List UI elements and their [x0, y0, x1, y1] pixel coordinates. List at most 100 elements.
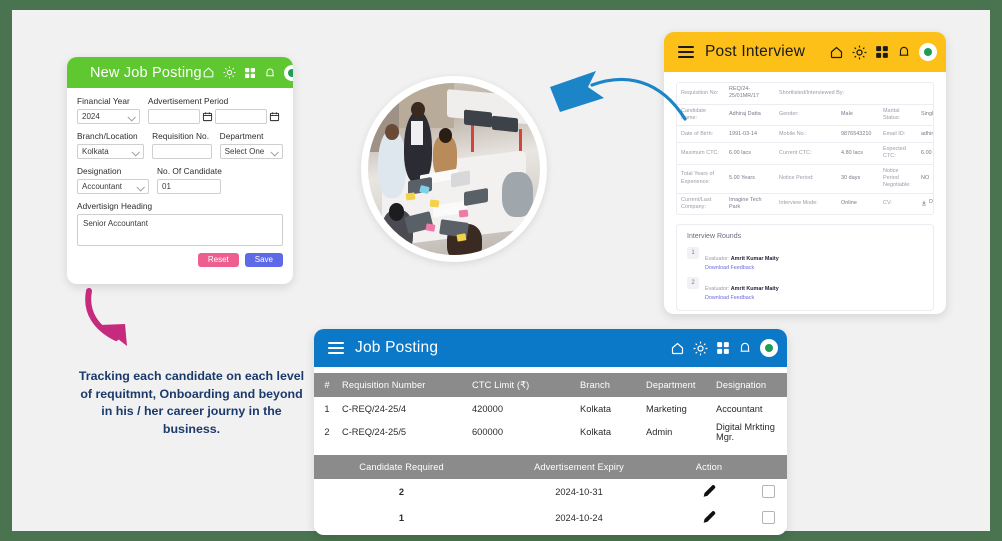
evaluator-name: Amrit Kumar Maity	[730, 256, 779, 263]
table-row[interactable]: 2 C-REQ/24-25/5 600000 Kolkata Admin Dig…	[314, 420, 787, 443]
maximum-ctc-label: Maximum CTC:	[681, 149, 720, 156]
cell-requisition-number: C-REQ/24-25/4	[342, 403, 407, 414]
advertisign-heading-label: Advertisign Heading	[77, 201, 153, 211]
home-icon[interactable]	[670, 341, 685, 356]
cell-advertisement-expiry: 2024-10-24	[555, 513, 603, 523]
notice-negotiable-value: NO	[921, 175, 930, 182]
cell-candidate-required: 1	[398, 513, 405, 523]
col-ctc-limit: CTC Limit (₹)	[472, 379, 530, 390]
shortlisted-by-label: Shortlisted/Interviewed By:	[779, 89, 845, 96]
reset-button[interactable]: Reset	[197, 253, 239, 267]
evaluator-line: Evaluator: Amrit Kumar Maity	[705, 256, 779, 262]
grid-icon[interactable]	[875, 45, 889, 59]
department-field: Department Select One	[219, 131, 283, 159]
table-row[interactable]: 1 C-REQ/24-25/4 420000 Kolkata Marketing…	[314, 397, 787, 420]
row-checkbox[interactable]	[761, 510, 775, 524]
requisition-no-field: Requisition No.	[152, 131, 212, 159]
designation-field: Designation Accountant	[77, 166, 149, 194]
table-row: Candidate Name: Adhiraj Datta Gender: Ma…	[677, 105, 933, 127]
cell-ctc-limit: 600000	[472, 426, 504, 437]
email-id-value: adhiraj@datta.com	[921, 130, 934, 137]
job-posting-table-header: # Requisition Number CTC Limit (₹) Branc…	[314, 373, 787, 397]
avatar-icon[interactable]	[760, 339, 778, 357]
download-feedback-link[interactable]: Download Feedback	[705, 295, 779, 301]
interview-round-item: 2 Evaluator: Amrit Kumar Maity Download …	[687, 277, 923, 301]
brightness-icon[interactable]	[223, 66, 236, 79]
bell-icon[interactable]	[738, 341, 752, 355]
col-index: #	[324, 380, 330, 390]
divider	[314, 443, 787, 455]
cv-download-label[interactable]: Download File	[929, 199, 933, 206]
brightness-icon[interactable]	[852, 45, 867, 60]
table-row: Maximum CTC: 6.00 lacs Current CTC: 4.80…	[677, 143, 933, 165]
cell-ctc-limit: 420000	[472, 403, 504, 414]
edit-pencil-icon[interactable]	[702, 484, 717, 499]
col-advertisement-expiry: Advertisement Expiry	[534, 462, 624, 472]
department-select[interactable]: Select One	[219, 144, 283, 159]
header-icon-group	[202, 64, 293, 81]
advertisement-period-to-input[interactable]	[215, 109, 267, 124]
cell-designation: Digital Mrkting Mgr.	[716, 421, 775, 442]
cv-download-cell[interactable]: Download File	[917, 196, 933, 212]
round-number: 2	[687, 277, 699, 290]
home-icon[interactable]	[829, 45, 844, 60]
cell-designation: Accountant	[716, 403, 763, 414]
branch-location-select[interactable]: Kolkata	[77, 144, 145, 159]
financial-year-select[interactable]: 2024	[77, 109, 140, 124]
job-posting-header: Job Posting	[314, 329, 787, 367]
bell-icon[interactable]	[897, 45, 911, 59]
canvas: New Job Posting Financial Year 2024 Adve…	[12, 10, 990, 535]
evaluator-line: Evaluator: Amrit Kumar Maity	[705, 286, 779, 292]
col-department: Department	[646, 380, 696, 390]
calendar-icon[interactable]	[269, 111, 280, 122]
interview-mode-value: Online	[841, 200, 857, 207]
job-posting-title: Job Posting	[355, 339, 439, 356]
mobile-no-value: 9876543210	[841, 130, 872, 137]
brightness-icon[interactable]	[693, 341, 708, 356]
advertisign-heading-textarea[interactable]: Senior Accountant	[77, 214, 283, 246]
menu-icon[interactable]	[328, 339, 344, 357]
grid-icon[interactable]	[716, 341, 730, 355]
total-experience-value: 5.00 Years	[729, 175, 755, 182]
notice-negotiable-label: Notice Period Negotiable:	[883, 167, 911, 189]
table-row: Total Years of Experience: 5.00 Years No…	[677, 165, 933, 194]
bell-icon[interactable]	[264, 67, 276, 79]
save-button[interactable]: Save	[244, 253, 283, 267]
date-of-birth-value: 1991-03-14	[729, 130, 758, 137]
grid-icon[interactable]	[244, 67, 256, 79]
table-row: Requisition No: REQ/24-25/01MR/17 Shortl…	[677, 83, 933, 105]
evaluator-label: Evaluator:	[705, 256, 730, 263]
table-row: Current/Last Company: Imagine Tech Park …	[677, 194, 933, 215]
new-job-posting-card: New Job Posting Financial Year 2024 Adve…	[67, 57, 293, 284]
avatar-icon[interactable]	[919, 43, 937, 61]
row-checkbox[interactable]	[761, 484, 775, 498]
cell-branch: Kolkata	[580, 426, 612, 437]
advertisign-heading-field: Advertisign Heading Senior Accountant	[77, 201, 283, 246]
menu-icon[interactable]	[678, 43, 694, 61]
col-candidate-required: Candidate Required	[359, 462, 444, 472]
mobile-no-label: Mobile No.:	[779, 130, 807, 137]
cell-action	[669, 510, 749, 527]
download-feedback-link[interactable]: Download Feedback	[705, 265, 779, 271]
home-icon[interactable]	[202, 66, 215, 79]
avatar-icon[interactable]	[283, 64, 293, 81]
download-icon[interactable]	[921, 200, 927, 206]
edit-pencil-icon[interactable]	[702, 510, 717, 525]
expected-ctc-value: 6.00 lacs	[921, 149, 933, 156]
advertisement-period-from-input[interactable]	[148, 109, 200, 124]
table-row[interactable]: 1 2024-10-24	[314, 505, 787, 531]
shortlisted-by-value	[879, 90, 917, 96]
calendar-icon[interactable]	[202, 111, 213, 122]
post-interview-title: Post Interview	[705, 43, 806, 60]
marital-status-value: Single	[921, 111, 934, 118]
new-job-posting-form: Financial Year 2024 Advertisement Period…	[67, 88, 293, 276]
table-row[interactable]: 2 2024-10-31	[314, 479, 787, 505]
requisition-no-input[interactable]	[152, 144, 212, 159]
header-icon-group	[670, 339, 778, 357]
advertisement-period-label: Advertisement Period	[148, 96, 229, 106]
no-of-candidate-input[interactable]: 01	[157, 179, 221, 194]
team-meeting-photo	[361, 76, 547, 262]
no-of-candidate-field: No. Of Candidate 01	[157, 166, 222, 194]
cell-requisition-number: C-REQ/24-25/5	[342, 426, 407, 437]
designation-select[interactable]: Accountant	[77, 179, 149, 194]
